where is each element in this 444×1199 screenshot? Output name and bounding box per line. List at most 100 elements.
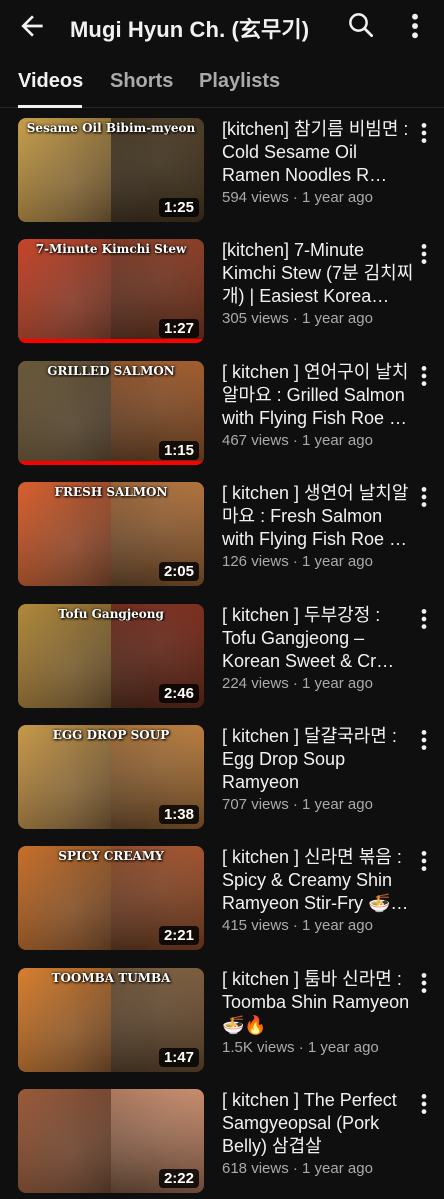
- tab-shorts[interactable]: Shorts: [110, 70, 173, 93]
- more-vert-icon: [421, 973, 427, 993]
- video-title[interactable]: [ kitchen ] 신라면 볶음 : Spicy & Creamy Shin…: [222, 846, 414, 915]
- video-info[interactable]: [ kitchen ] 생연어 날치알마요 : Fresh Salmon wit…: [222, 482, 414, 572]
- video-list-item[interactable]: 7-Minute Kimchi Stew 1:27 [kitchen] 7-Mi…: [0, 239, 444, 343]
- video-list-item[interactable]: 2:22 [ kitchen ] The Perfect Samgyeopsal…: [0, 1089, 444, 1193]
- more-vert-icon: [421, 730, 427, 750]
- video-title[interactable]: [ kitchen ] 연어구이 날치알마요 : Grilled Salmon …: [222, 361, 414, 430]
- video-title[interactable]: [ kitchen ] 달걀국라면 : Egg Drop Soup Ramyeo…: [222, 725, 414, 794]
- duration-badge: 2:46: [158, 684, 199, 703]
- back-button[interactable]: [16, 10, 48, 42]
- view-count: 594 views: [222, 189, 289, 206]
- thumbnail-caption: Tofu Gangjeong: [58, 607, 164, 621]
- meta-separator: ·: [288, 917, 303, 934]
- video-title[interactable]: [kitchen] 7-Minute Kimchi Stew (7분 김치찌개)…: [222, 239, 414, 308]
- video-list-item[interactable]: SPICY CREAMY 2:21 [ kitchen ] 신라면 볶음 : S…: [0, 846, 444, 950]
- meta-separator: ·: [288, 553, 303, 570]
- upload-age: 1 year ago: [302, 796, 373, 813]
- view-count: 618 views: [222, 1160, 289, 1177]
- meta-separator: ·: [288, 310, 303, 327]
- view-count: 224 views: [222, 675, 289, 692]
- video-more-button[interactable]: [416, 120, 432, 146]
- channel-title: Mugi Hyun Ch. (玄무기): [70, 17, 310, 42]
- video-info[interactable]: [ kitchen ] 신라면 볶음 : Spicy & Creamy Shin…: [222, 846, 414, 936]
- thumbnail-caption: EGG DROP SOUP: [52, 728, 170, 742]
- meta-separator: ·: [294, 1039, 308, 1056]
- view-count: 305 views: [222, 310, 289, 327]
- meta-separator: ·: [288, 189, 303, 206]
- video-meta: 594 views · 1 year ago: [222, 188, 414, 208]
- duration-badge: 1:47: [158, 1048, 199, 1067]
- video-title[interactable]: [ kitchen ] 툼바 신라면 : Toomba Shin Ramyeon…: [222, 968, 414, 1037]
- video-meta: 467 views · 1 year ago: [222, 431, 414, 451]
- video-more-button[interactable]: [416, 484, 432, 510]
- video-more-button[interactable]: [416, 848, 432, 874]
- meta-separator: ·: [288, 796, 303, 813]
- video-info[interactable]: [ kitchen ] 연어구이 날치알마요 : Grilled Salmon …: [222, 361, 414, 451]
- video-more-button[interactable]: [416, 241, 432, 267]
- thumbnail-caption: GRILLED SALMON: [47, 364, 175, 378]
- video-more-button[interactable]: [416, 1091, 432, 1117]
- search-button[interactable]: [346, 10, 376, 40]
- video-thumbnail[interactable]: TOOMBA TUMBA 1:47: [18, 968, 204, 1072]
- video-info[interactable]: [ kitchen ] 달걀국라면 : Egg Drop Soup Ramyeo…: [222, 725, 414, 815]
- upload-age: 1 year ago: [302, 432, 373, 449]
- upload-age: 1 year ago: [302, 917, 373, 934]
- video-meta: 707 views · 1 year ago: [222, 795, 414, 815]
- thumbnail-caption: SPICY CREAMY: [58, 849, 164, 863]
- video-info[interactable]: [ kitchen ] 두부강정 : Tofu Gangjeong – Kore…: [222, 604, 414, 694]
- active-tab-indicator: [18, 105, 82, 108]
- more-vert-icon: [421, 366, 427, 386]
- tab-videos[interactable]: Videos: [18, 70, 83, 93]
- video-info[interactable]: [ kitchen ] 툼바 신라면 : Toomba Shin Ramyeon…: [222, 968, 414, 1058]
- video-thumbnail[interactable]: SPICY CREAMY 2:21: [18, 846, 204, 950]
- video-meta: 1.5K views · 1 year ago: [222, 1038, 414, 1058]
- duration-badge: 1:25: [158, 198, 199, 217]
- watch-progress-bar: [18, 339, 204, 343]
- more-vert-icon: [421, 851, 427, 871]
- video-more-button[interactable]: [416, 970, 432, 996]
- more-vert-icon: [421, 1094, 427, 1114]
- video-list-item[interactable]: FRESH SALMON 2:05 [ kitchen ] 생연어 날치알마요 …: [0, 482, 444, 586]
- video-info[interactable]: [kitchen] 참기름 비빔면 : Cold Sesame Oil Rame…: [222, 118, 414, 208]
- view-count: 126 views: [222, 553, 289, 570]
- meta-separator: ·: [288, 675, 303, 692]
- video-title[interactable]: [ kitchen ] 두부강정 : Tofu Gangjeong – Kore…: [222, 604, 414, 673]
- video-list-item[interactable]: Tofu Gangjeong 2:46 [ kitchen ] 두부강정 : T…: [0, 604, 444, 708]
- video-info[interactable]: [kitchen] 7-Minute Kimchi Stew (7분 김치찌개)…: [222, 239, 414, 329]
- video-more-button[interactable]: [416, 363, 432, 389]
- video-info[interactable]: [ kitchen ] The Perfect Samgyeopsal (Por…: [222, 1089, 414, 1179]
- upload-age: 1 year ago: [302, 675, 373, 692]
- watch-progress-bar: [18, 461, 204, 465]
- video-title[interactable]: [ kitchen ] The Perfect Samgyeopsal (Por…: [222, 1089, 414, 1158]
- more-vert-icon: [421, 609, 427, 629]
- video-list-item[interactable]: GRILLED SALMON 1:15 [ kitchen ] 연어구이 날치알…: [0, 361, 444, 465]
- upload-age: 1 year ago: [307, 1039, 379, 1056]
- video-more-button[interactable]: [416, 606, 432, 632]
- upload-age: 1 year ago: [302, 189, 373, 206]
- video-thumbnail[interactable]: FRESH SALMON 2:05: [18, 482, 204, 586]
- view-count: 707 views: [222, 796, 289, 813]
- arrow-back-icon: [21, 15, 43, 37]
- duration-badge: 1:15: [158, 441, 199, 460]
- more-options-button[interactable]: [405, 10, 425, 42]
- video-more-button[interactable]: [416, 727, 432, 753]
- video-meta: 224 views · 1 year ago: [222, 674, 414, 694]
- upload-age: 1 year ago: [302, 553, 373, 570]
- thumbnail-caption: FRESH SALMON: [54, 485, 168, 499]
- video-title[interactable]: [kitchen] 참기름 비빔면 : Cold Sesame Oil Rame…: [222, 118, 414, 187]
- video-list-item[interactable]: Sesame Oil Bibim-myeon 1:25 [kitchen] 참기…: [0, 118, 444, 222]
- tab-playlists[interactable]: Playlists: [199, 70, 280, 93]
- video-thumbnail[interactable]: EGG DROP SOUP 1:38: [18, 725, 204, 829]
- search-icon: [349, 13, 373, 37]
- duration-badge: 1:38: [158, 805, 199, 824]
- video-list-item[interactable]: EGG DROP SOUP 1:38 [ kitchen ] 달걀국라면 : E…: [0, 725, 444, 829]
- more-vert-icon: [421, 487, 427, 507]
- video-thumbnail[interactable]: Sesame Oil Bibim-myeon 1:25: [18, 118, 204, 222]
- video-thumbnail[interactable]: 7-Minute Kimchi Stew 1:27: [18, 239, 204, 343]
- video-title[interactable]: [ kitchen ] 생연어 날치알마요 : Fresh Salmon wit…: [222, 482, 414, 551]
- video-thumbnail[interactable]: Tofu Gangjeong 2:46: [18, 604, 204, 708]
- video-thumbnail[interactable]: GRILLED SALMON 1:15: [18, 361, 204, 465]
- video-thumbnail[interactable]: 2:22: [18, 1089, 204, 1193]
- video-list-item[interactable]: TOOMBA TUMBA 1:47 [ kitchen ] 툼바 신라면 : T…: [0, 968, 444, 1072]
- app-bar: Mugi Hyun Ch. (玄무기): [0, 0, 444, 52]
